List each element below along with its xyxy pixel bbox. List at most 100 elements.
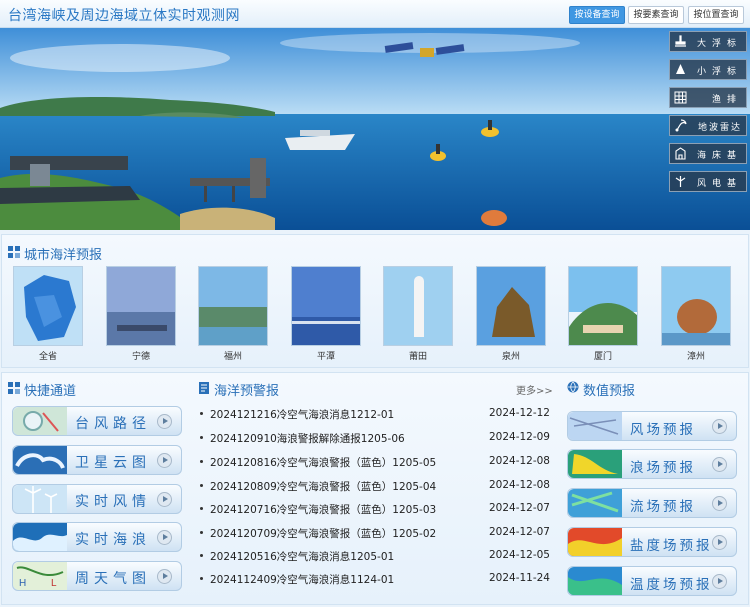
play-arrow-icon [157, 569, 172, 584]
city-putian[interactable]: 莆田 [383, 266, 453, 362]
seabed-base-button[interactable]: 海床基 [669, 143, 747, 164]
warning-title: 2024120809冷空气海浪警报（蓝色）1205-04 [210, 481, 437, 493]
bullet-icon [200, 412, 203, 415]
wind-power-base-button[interactable]: 风电基 [669, 171, 747, 192]
play-arrow-icon [712, 496, 727, 511]
play-arrow-icon [712, 419, 727, 434]
more-warnings-link[interactable]: 更多>> [516, 382, 553, 397]
warning-date: 2024-12-08 [488, 479, 550, 491]
current-field-forecast-button[interactable]: 流场预报 [567, 488, 737, 518]
current-field-icon [568, 489, 622, 517]
wave-field-icon [568, 450, 622, 478]
large-buoy-button[interactable]: 大浮标 [669, 31, 747, 52]
large-buoy-icon [675, 35, 686, 47]
city-pingtan[interactable]: 平潭 [291, 266, 361, 362]
fish-raft-button[interactable]: 渔排 [669, 87, 747, 108]
city-name: 平潭 [316, 352, 335, 362]
warning-row[interactable]: 2024120910海浪警报解除通报1205-06 2024-12-09 [198, 428, 554, 448]
warning-row[interactable]: 20241212​16冷空气海浪消息1212-01 2024-12-12 [198, 404, 554, 424]
play-arrow-icon [712, 457, 727, 472]
numeric-forecast-title: 数值预报 [583, 384, 636, 399]
city-quanzhou[interactable]: 泉州 [476, 266, 546, 362]
city-forecast-title: 城市海洋预报 [24, 248, 103, 263]
warning-title: 2024120516冷空气海浪消息1205-01 [210, 551, 395, 563]
grid-icon [8, 246, 20, 258]
svg-text:H: H [19, 578, 26, 589]
forecast-label: 盐度场预报 [630, 538, 713, 554]
header: 台湾海峡及周边海域立体实时观测网 按设备查询 按要素查询 按位置查询 [0, 0, 750, 28]
query-by-element-button[interactable]: 按要素查询 [628, 6, 684, 24]
warning-title: 2024120709冷空气海浪警报（蓝色）1205-02 [210, 528, 437, 540]
warning-row[interactable]: 2024112409冷空气海浪消息1124-01 2024-11-24 [198, 569, 554, 589]
bullet-icon [200, 577, 203, 580]
city-zhangzhou[interactable]: 漳州 [661, 266, 731, 362]
city-photo [198, 266, 268, 346]
wind-turbine-icon [675, 176, 686, 187]
province-map-thumbnail [13, 266, 83, 346]
svg-text:L: L [51, 578, 57, 589]
globe-icon [567, 381, 579, 393]
radar-icon [675, 119, 687, 132]
wave-field-forecast-button[interactable]: 浪场预报 [567, 449, 737, 479]
warning-title: 20241212​16冷空气海浪消息1212-01 [210, 409, 395, 421]
city-fuzhou[interactable]: 福州 [198, 266, 268, 362]
city-name: 厦门 [593, 352, 612, 362]
salinity-field-icon [568, 528, 622, 556]
city-xiamen[interactable]: 厦门 [568, 266, 638, 362]
quick-link-label: 实时海浪 [75, 532, 151, 548]
city-photo [291, 266, 361, 346]
satellite-cloud-icon [13, 446, 67, 474]
warning-row[interactable]: 2024120709冷空气海浪警报（蓝色）1205-02 2024-12-07 [198, 523, 554, 543]
bullet-icon [200, 507, 203, 510]
temperature-field-forecast-button[interactable]: 温度场预报 [567, 566, 737, 596]
warning-date: 2024-12-07 [488, 526, 550, 538]
city-photo [568, 266, 638, 346]
wind-turbine-icon [13, 485, 67, 513]
warning-row[interactable]: 2024120816冷空气海浪警报（蓝色）1205-05 2024-12-08 [198, 452, 554, 472]
city-photo [661, 266, 731, 346]
bullet-icon [200, 531, 203, 534]
grid-icon [8, 382, 20, 394]
bullet-icon [200, 436, 203, 439]
bullet-icon [200, 554, 203, 557]
live-wave-button[interactable]: 实时海浪 [12, 522, 182, 552]
quick-link-label: 周天气图 [75, 571, 151, 587]
live-wind-button[interactable]: 实时风情 [12, 484, 182, 514]
city-name: 莆田 [408, 352, 427, 362]
typhoon-track-button[interactable]: 台风路径 [12, 406, 182, 436]
ground-wave-radar-button[interactable]: 地波雷达 [669, 115, 747, 136]
fish-raft-label: 渔排 [711, 95, 742, 105]
wind-field-forecast-button[interactable]: 风场预报 [567, 411, 737, 441]
city-ningde[interactable]: 宁德 [106, 266, 176, 362]
warning-row[interactable]: 2024120809冷空气海浪警报（蓝色）1205-04 2024-12-08 [198, 476, 554, 496]
warning-title: 2024112409冷空气海浪消息1124-01 [210, 574, 395, 586]
query-by-device-button[interactable]: 按设备查询 [569, 6, 625, 24]
city-photo [383, 266, 453, 346]
warning-row[interactable]: 2024120716冷空气海浪警报（蓝色）1205-03 2024-12-07 [198, 499, 554, 519]
sea-scene-illustration [0, 28, 750, 230]
salinity-field-forecast-button[interactable]: 盐度场预报 [567, 527, 737, 557]
temperature-field-icon [568, 567, 622, 595]
satellite-cloud-button[interactable]: 卫星云图 [12, 445, 182, 475]
warning-date: 2024-12-08 [488, 455, 550, 467]
play-arrow-icon [157, 530, 172, 545]
quick-link-label: 台风路径 [75, 416, 151, 432]
warning-title: 2024120716冷空气海浪警报（蓝色）1205-03 [210, 504, 437, 516]
site-title: 台湾海峡及周边海域立体实时观测网 [8, 8, 240, 24]
weather-map-icon: HL [13, 562, 67, 590]
weekly-weather-map-button[interactable]: HL 周天气图 [12, 561, 182, 591]
warning-date: 2024-12-05 [488, 549, 550, 561]
city-name: 泉州 [501, 352, 520, 362]
play-arrow-icon [712, 574, 727, 589]
warning-date: 2024-12-07 [488, 502, 550, 514]
city-name: 福州 [223, 352, 242, 362]
quick-link-label: 卫星云图 [75, 455, 151, 471]
warning-row[interactable]: 2024120516冷空气海浪消息1205-01 2024-12-05 [198, 546, 554, 566]
city-quansheng[interactable]: 全省 [13, 266, 83, 362]
ground-wave-radar-label: 地波雷达 [697, 123, 742, 133]
fish-raft-icon [674, 91, 687, 104]
city-photo [106, 266, 176, 346]
small-buoy-button[interactable]: 小浮标 [669, 59, 747, 80]
query-by-location-button[interactable]: 按位置查询 [688, 6, 744, 24]
small-buoy-label: 小浮标 [696, 67, 742, 77]
